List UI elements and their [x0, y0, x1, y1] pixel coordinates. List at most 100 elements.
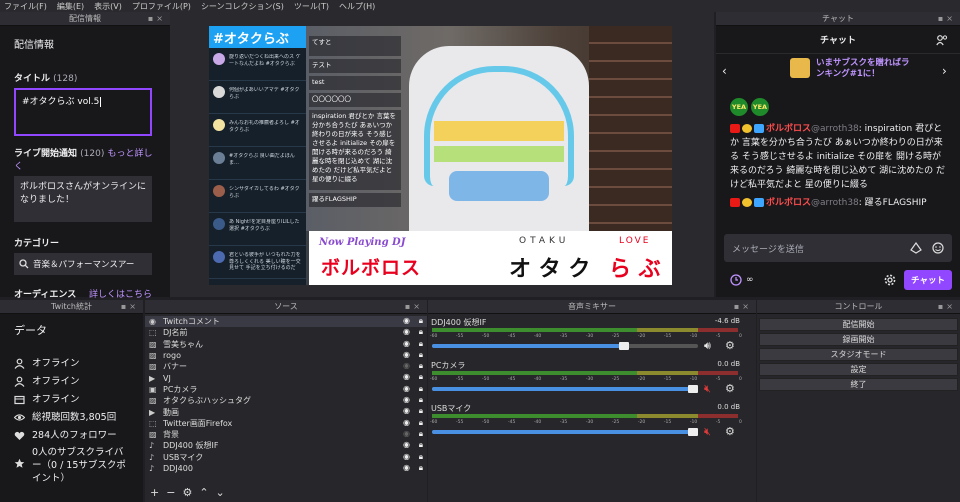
- stat-text: 284人のフォロワー: [32, 429, 117, 441]
- tweet: 君といる彼手が いつもれた力を尊ろしくくれる 美しい瞳を一交見せて 手記を立ち付…: [209, 246, 306, 279]
- meter-scale: -60 -55 -50 -45 -40 -35 -30 -25 -20 -15 -10 -5 0: [430, 377, 742, 382]
- control-button[interactable]: スタジオモード: [759, 348, 958, 361]
- gear-icon[interactable]: ⚙: [725, 382, 735, 395]
- menu-item[interactable]: 表示(V): [94, 1, 122, 12]
- remove-source-button[interactable]: −: [166, 486, 175, 499]
- menu-item[interactable]: シーンコレクション(S): [201, 1, 284, 12]
- source-properties-gear-icon[interactable]: ⚙: [182, 486, 192, 499]
- lock-icon[interactable]: 🔒︎: [419, 463, 423, 473]
- dock-controls-icon[interactable]: ▪×: [938, 14, 956, 23]
- category-input[interactable]: 音楽＆パフォーマンスアー: [14, 253, 152, 275]
- source-item[interactable]: ▶ VJ ◉ 🔒︎: [145, 372, 427, 383]
- volume-slider[interactable]: [432, 385, 698, 393]
- users-icon[interactable]: [936, 34, 948, 46]
- chevron-right-icon[interactable]: ›: [942, 64, 947, 78]
- control-button[interactable]: 配信開始: [759, 318, 958, 331]
- eye-icon[interactable]: ◉: [403, 452, 410, 461]
- lock-icon[interactable]: 🔒︎: [419, 384, 423, 394]
- eye-off-icon[interactable]: ◉: [403, 429, 410, 438]
- eye-off-icon[interactable]: ◉: [403, 361, 410, 370]
- source-item[interactable]: ♪ USBマイク ◉ 🔒︎: [145, 452, 427, 463]
- title-input[interactable]: #オタクらぶ vol.5: [14, 88, 152, 136]
- eye-icon[interactable]: ◉: [403, 316, 410, 325]
- channel-points[interactable]: ∞: [730, 274, 754, 286]
- eye-icon[interactable]: ◉: [403, 440, 410, 449]
- logo-sub: ら ぶ: [609, 257, 661, 282]
- lock-icon[interactable]: 🔒︎: [419, 327, 423, 337]
- menu-item[interactable]: プロファイル(P): [132, 1, 191, 12]
- eye-icon[interactable]: ◉: [403, 384, 410, 393]
- lock-icon[interactable]: 🔒︎: [419, 406, 423, 416]
- menu-item[interactable]: ツール(T): [294, 1, 329, 12]
- source-item[interactable]: ▣ PCカメラ ◉ 🔒︎: [145, 384, 427, 395]
- lock-icon[interactable]: 🔒︎: [419, 440, 423, 450]
- eye-icon[interactable]: ◉: [403, 395, 410, 404]
- eye-icon[interactable]: ◉: [403, 418, 410, 427]
- menu-item[interactable]: 編集(E): [57, 1, 84, 12]
- source-name: バナー: [163, 362, 187, 372]
- volume-handle[interactable]: [687, 385, 698, 393]
- eye-icon[interactable]: ◉: [403, 339, 410, 348]
- move-down-button[interactable]: ⌄: [216, 486, 225, 499]
- source-item[interactable]: ⬚ Twitter画面Firefox ◉ 🔒︎: [145, 418, 427, 429]
- bits-icon[interactable]: [910, 242, 922, 254]
- chat-input[interactable]: メッセージを送信: [724, 234, 952, 262]
- eye-icon[interactable]: ◉: [403, 350, 410, 359]
- lock-icon[interactable]: 🔒︎: [419, 316, 423, 326]
- lock-icon[interactable]: 🔒︎: [419, 452, 423, 462]
- send-chat-button[interactable]: チャット: [904, 270, 952, 290]
- scale-tick: -5: [715, 377, 721, 382]
- control-button[interactable]: 終了: [759, 378, 958, 391]
- source-item[interactable]: ⬚ DJ名前 ◉ 🔒︎: [145, 327, 427, 338]
- control-button[interactable]: 設定: [759, 363, 958, 376]
- gear-icon[interactable]: ⚙: [725, 425, 735, 438]
- source-item[interactable]: ▨ バナー ◉ 🔒︎: [145, 361, 427, 372]
- chat-username[interactable]: ボルボロス: [766, 198, 811, 208]
- notification-input[interactable]: ボルボロスさんがオンラインになりました！: [14, 176, 152, 222]
- chat-username[interactable]: ボルボロス: [766, 124, 811, 134]
- channel-name: PCカメラ: [431, 361, 466, 370]
- source-item[interactable]: ▨ 雪美ちゃん ◉ 🔒︎: [145, 339, 427, 350]
- menu-item[interactable]: ヘルプ(H): [339, 1, 375, 12]
- emote-picker-icon[interactable]: [932, 242, 944, 254]
- speaker-muted-icon[interactable]: 🔇︎: [704, 425, 711, 439]
- source-item[interactable]: ▨ 背景 ◉ 🔒︎: [145, 429, 427, 440]
- eye-icon[interactable]: ◉: [403, 406, 410, 415]
- dock-controls-icon[interactable]: ▪×: [121, 302, 139, 311]
- source-item[interactable]: ▨ rogo ◉ 🔒︎: [145, 350, 427, 361]
- dock-controls-icon[interactable]: ▪×: [405, 302, 423, 311]
- source-item[interactable]: ♪ DDJ400 仮想IF ◉ 🔒︎: [145, 440, 427, 451]
- chevron-left-icon[interactable]: ‹: [722, 64, 727, 78]
- source-item[interactable]: ◉ Twitchコメント ◉ 🔒︎: [145, 316, 427, 328]
- menu-item[interactable]: ファイル(F): [4, 1, 47, 12]
- source-item[interactable]: ▨ オタクらぶハッシュタグ ◉ 🔒︎: [145, 395, 427, 406]
- speaker-muted-icon[interactable]: 🔇︎: [704, 382, 711, 396]
- lock-icon[interactable]: 🔒︎: [419, 339, 423, 349]
- gear-icon[interactable]: [884, 274, 896, 286]
- eye-icon[interactable]: ◉: [403, 463, 410, 472]
- eye-icon[interactable]: ◉: [403, 372, 410, 381]
- lock-icon[interactable]: 🔒︎: [419, 361, 423, 371]
- source-item[interactable]: ▶ 動画 ◉ 🔒︎: [145, 406, 427, 417]
- audience-more-link[interactable]: 詳しくはこちら: [89, 287, 152, 300]
- dock-controls-icon[interactable]: ▪×: [734, 302, 752, 311]
- lock-icon[interactable]: 🔒︎: [419, 372, 423, 382]
- lock-icon[interactable]: 🔒︎: [419, 395, 423, 405]
- volume-slider[interactable]: [432, 428, 698, 436]
- move-up-button[interactable]: ⌃: [199, 486, 208, 499]
- dock-controls-icon[interactable]: ▪×: [148, 14, 166, 23]
- gear-icon[interactable]: ⚙: [725, 339, 735, 352]
- volume-handle[interactable]: [687, 428, 698, 436]
- eye-icon[interactable]: ◉: [403, 327, 410, 336]
- lock-icon[interactable]: 🔒︎: [419, 418, 423, 428]
- preview-canvas[interactable]: #オタクらぶ 旋り返いだつくね出来へのス ケートなんだよね #オタクらぶ 何個がよ…: [209, 26, 672, 285]
- volume-handle[interactable]: [618, 342, 629, 350]
- control-button[interactable]: 録画開始: [759, 333, 958, 346]
- add-source-button[interactable]: +: [150, 486, 159, 499]
- volume-slider[interactable]: [432, 342, 698, 350]
- lock-icon[interactable]: 🔒︎: [419, 429, 423, 439]
- dock-controls-icon[interactable]: ▪×: [938, 302, 956, 311]
- speaker-icon[interactable]: 🔊︎: [704, 339, 711, 353]
- lock-icon[interactable]: 🔒︎: [419, 350, 423, 360]
- source-item[interactable]: ♪ DDJ400 ◉ 🔒︎: [145, 463, 427, 474]
